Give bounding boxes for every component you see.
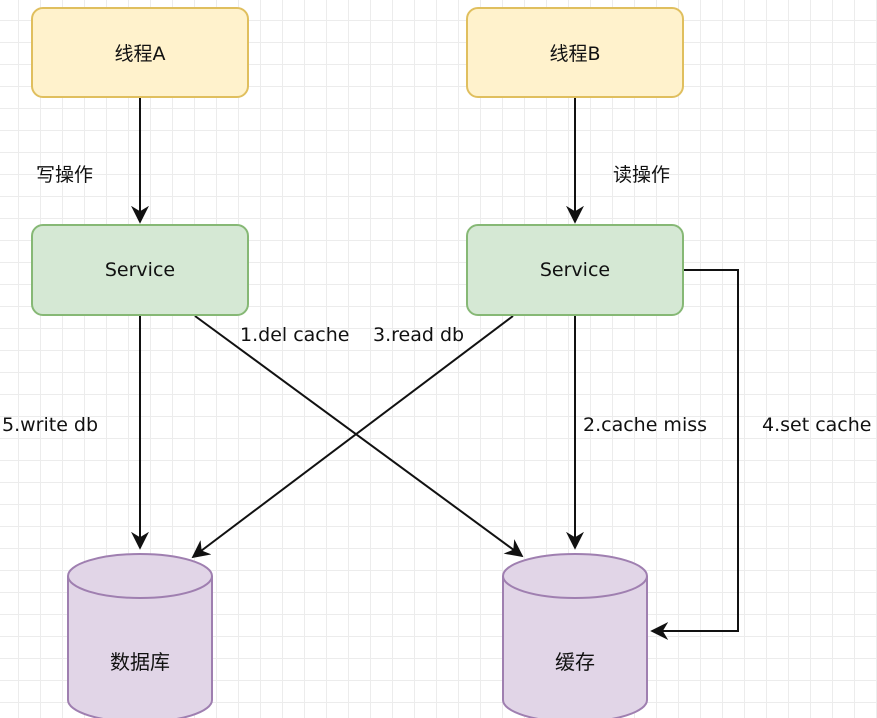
thread-a-node[interactable]: 线程A [31,7,249,98]
write-db-label: 5.write db [2,414,99,436]
del-cache-label: 1.del cache [240,324,350,346]
cache-label: 缓存 [555,650,595,674]
cache-miss-label: 2.cache miss [583,414,708,436]
edge-read-db [191,315,514,559]
service-a-node[interactable]: Service [31,224,249,316]
read-db-label: 3.read db [373,324,465,346]
write-op-label: 写操作 [36,164,94,186]
thread-a-label: 线程A [114,43,166,65]
cache-cylinder [502,553,648,718]
service-b-label: Service [539,259,611,281]
diagram-canvas [67,97,739,718]
service-a-label: Service [104,259,176,281]
edge-del-cache [194,315,524,558]
read-op-label: 读操作 [613,164,671,186]
set-cache-label: 4.set cache [762,414,872,436]
thread-b-label: 线程B [549,43,601,65]
database-cylinder [67,553,213,718]
thread-b-node[interactable]: 线程B [466,7,684,98]
database-label: 数据库 [110,650,170,674]
edge-set-cache [650,269,739,640]
service-b-node[interactable]: Service [466,224,684,316]
